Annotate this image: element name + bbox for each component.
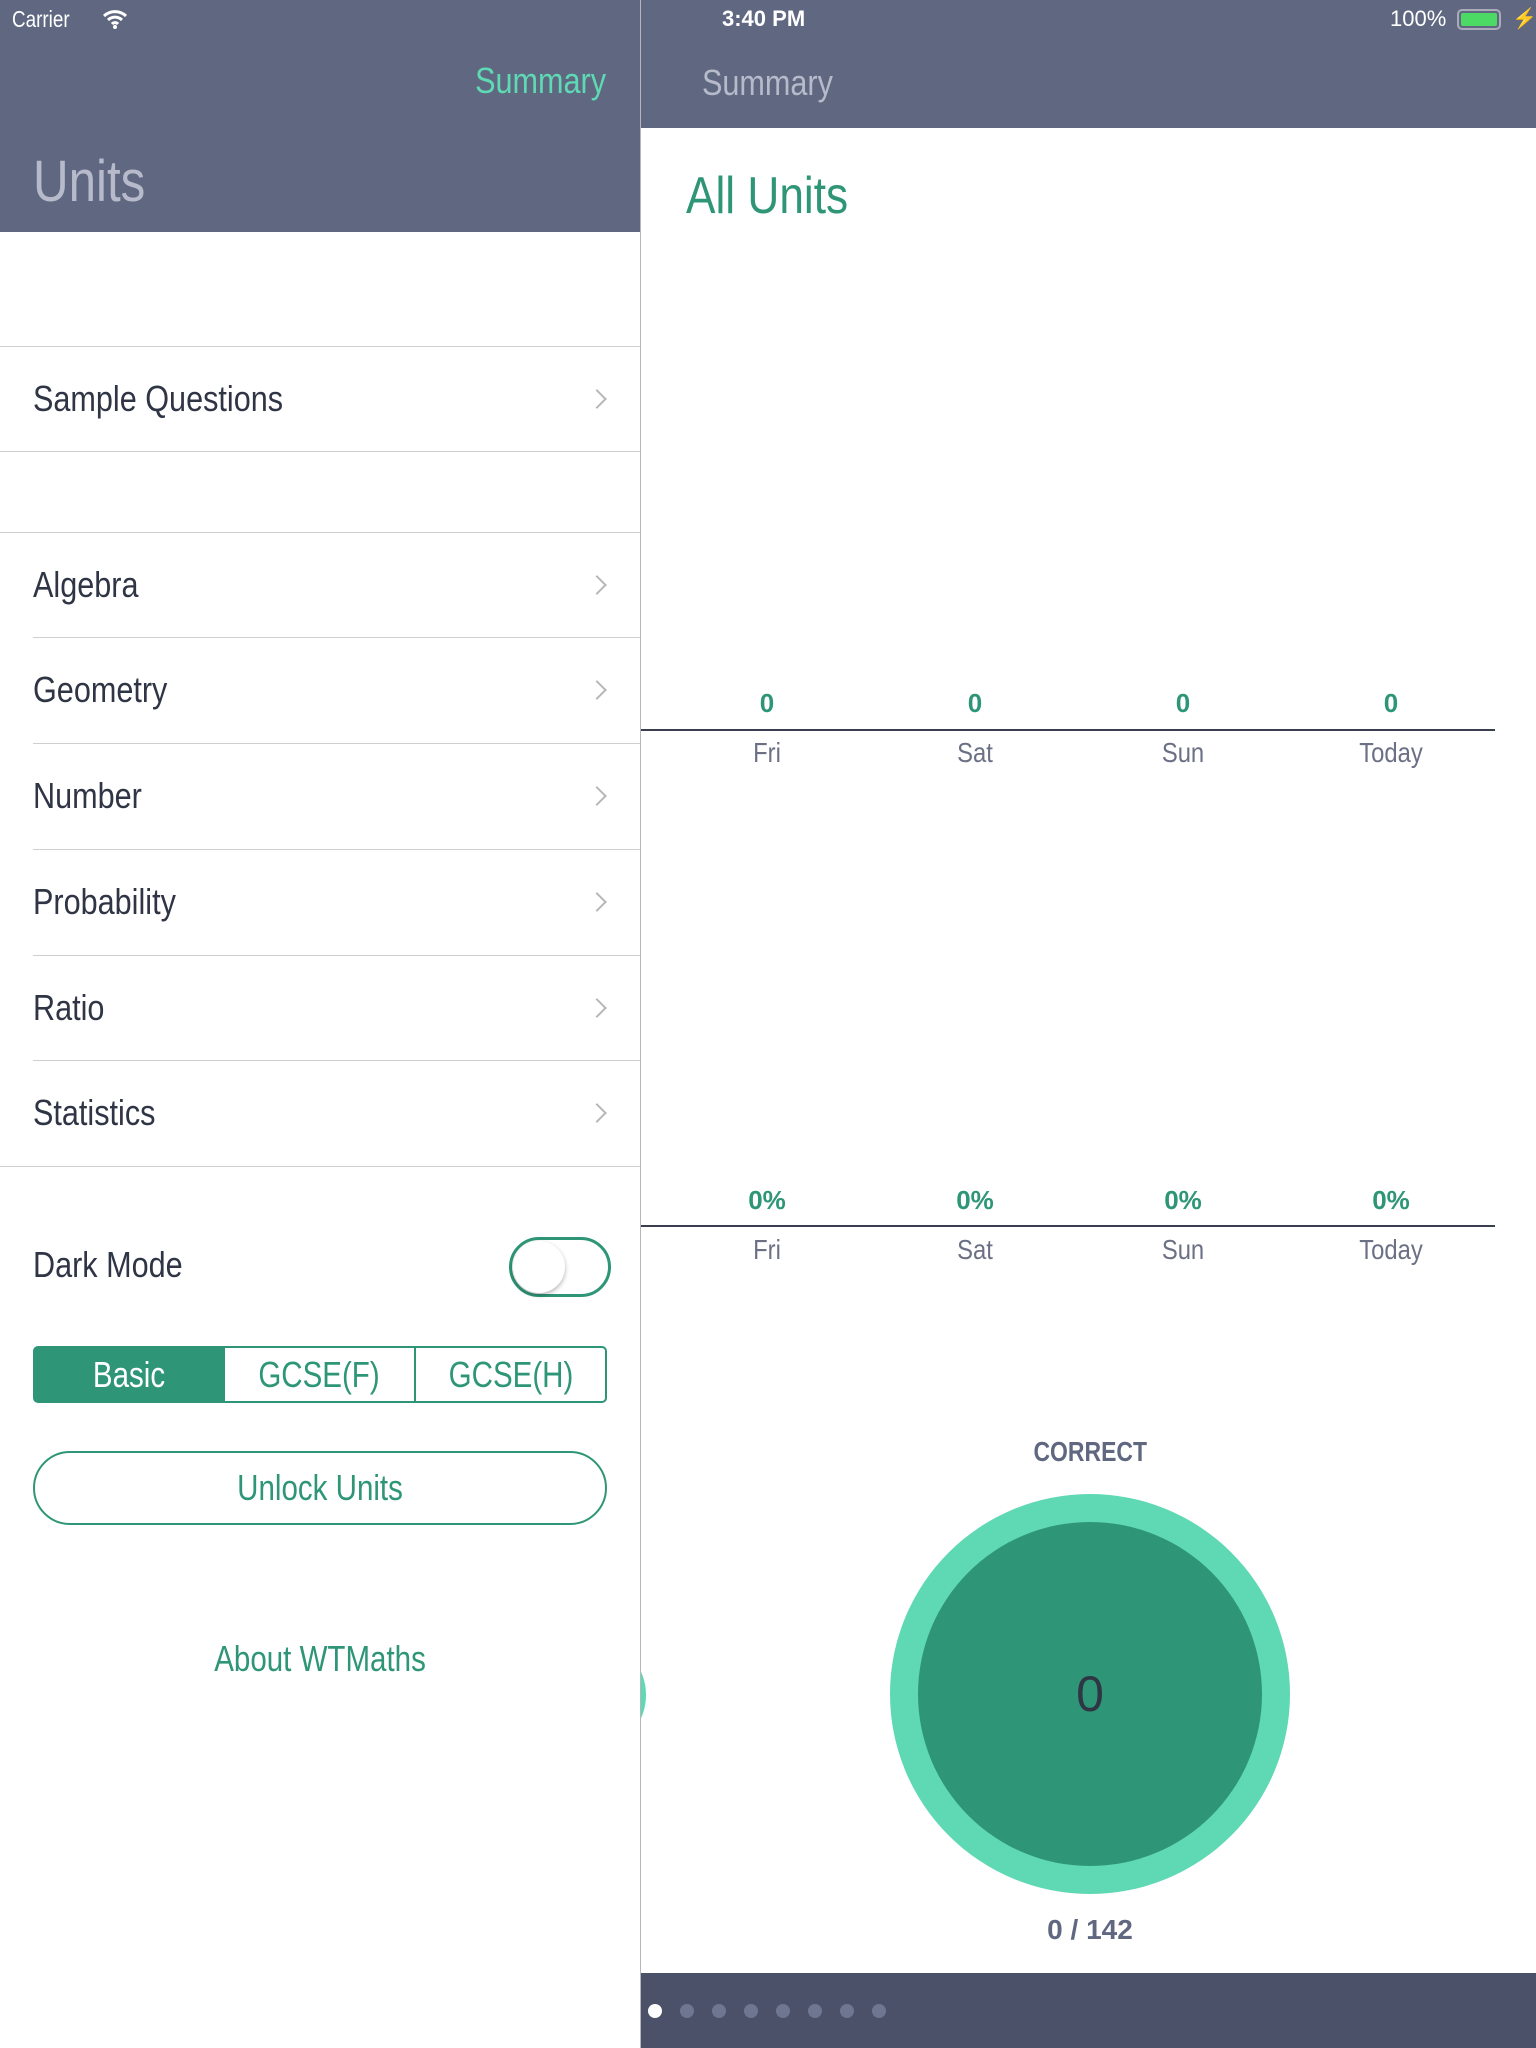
chart-2-baseline (641, 1225, 1495, 1227)
sidebar-item-ratio[interactable]: Ratio (0, 955, 640, 1060)
chart-1-x-label: Today (1359, 737, 1423, 768)
sidebar-item-label: Probability (33, 880, 176, 922)
chart-1-baseline (641, 729, 1495, 731)
dark-mode-label: Dark Mode (33, 1244, 183, 1285)
chart-2-x-label: Today (1359, 1234, 1423, 1265)
chevron-right-icon (587, 574, 607, 595)
chevron-right-icon (587, 785, 607, 806)
about-link[interactable]: About WTMaths (0, 1638, 640, 1680)
status-time: 3:40 PM (722, 6, 806, 31)
sidebar-item-geometry[interactable]: Geometry (0, 637, 640, 742)
chart-1-data-label: 0 (1175, 688, 1191, 718)
summary-nav-button[interactable]: Summary (475, 60, 606, 102)
sidebar-item-label: Statistics (33, 1091, 156, 1133)
sidebar-item-statistics[interactable]: Statistics (0, 1060, 640, 1165)
split-divider (640, 0, 641, 2048)
correct-fraction: 0 / 142 (1047, 1914, 1133, 1945)
chevron-right-icon (587, 997, 607, 1018)
sidebar-item-label: Number (33, 774, 142, 816)
page-dot[interactable] (744, 2004, 758, 2018)
page-dot[interactable] (648, 2004, 662, 2018)
segment-gcse-h[interactable]: GCSE(H) (414, 1346, 607, 1403)
chart-2-x-label: Fri (753, 1234, 781, 1265)
battery-icon (1457, 9, 1501, 30)
sidebar-item-probability[interactable]: Probability (0, 849, 640, 954)
correct-label: CORRECT (1033, 1436, 1147, 1467)
chevron-right-icon (587, 679, 607, 700)
detail-nav-title: Summary (702, 62, 833, 103)
page-dot[interactable] (808, 2004, 822, 2018)
wifi-icon (102, 10, 128, 29)
chart-1-data-label: 0 (967, 688, 983, 718)
sidebar-item-algebra[interactable]: Algebra (0, 532, 640, 637)
segment-gcse-f[interactable]: GCSE(F) (223, 1346, 416, 1403)
chart-1-x-label: Sat (957, 737, 993, 768)
chart-2-data-label: 0% (956, 1185, 994, 1215)
page-dot[interactable] (680, 2004, 694, 2018)
page-dot[interactable] (776, 2004, 790, 2018)
dark-mode-toggle[interactable] (509, 1237, 611, 1297)
correct-value: 0 (1076, 1666, 1104, 1722)
chart-2-x-label: Sat (957, 1234, 993, 1265)
chart-1-data-label: 0 (1383, 688, 1399, 718)
charging-icon: ⚡ (1512, 8, 1536, 30)
chart-2-x-label: Sun (1161, 1234, 1205, 1265)
chevron-right-icon (587, 1102, 607, 1123)
chart-2-data-label: 0% (1372, 1185, 1410, 1215)
all-units-title: All Units (686, 167, 849, 225)
chart-2-data-label: 0% (748, 1185, 786, 1215)
page-dot[interactable] (840, 2004, 854, 2018)
page-dot[interactable] (872, 2004, 886, 2018)
toggle-knob (513, 1241, 565, 1293)
sidebar-item-number[interactable]: Number (0, 743, 640, 848)
chart-1-data-label: 0 (759, 688, 775, 718)
sidebar-item-label: Sample Questions (33, 377, 284, 419)
carrier-label: Carrier (12, 6, 70, 32)
battery-percent: 100% (1390, 6, 1447, 31)
segment-basic[interactable]: Basic (33, 1346, 225, 1403)
chevron-right-icon (587, 388, 607, 409)
sidebar-item-label: Ratio (33, 986, 105, 1028)
page-title: Units (33, 149, 146, 214)
chart-1-x-label: Fri (753, 737, 781, 768)
chart-2-data-label: 0% (1164, 1185, 1202, 1215)
correct-circle: 0 (918, 1522, 1262, 1866)
page-dot[interactable] (712, 2004, 726, 2018)
chart-1-x-label: Sun (1161, 737, 1205, 768)
sidebar-item-label: Algebra (33, 563, 139, 605)
sidebar-item-label: Geometry (33, 668, 168, 710)
sidebar-item-sample-questions[interactable]: Sample Questions (0, 346, 640, 451)
chevron-right-icon (587, 891, 607, 912)
